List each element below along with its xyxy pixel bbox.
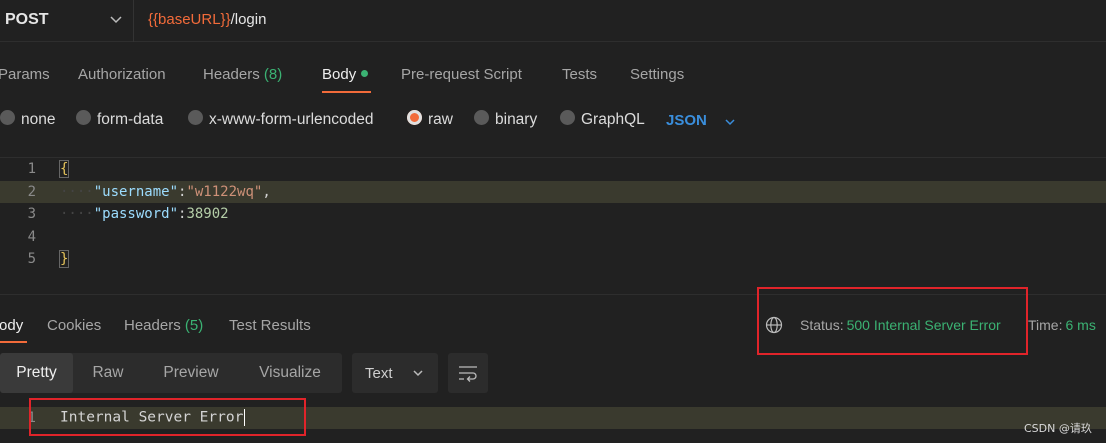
chevron-down-icon [413,370,423,377]
tab-test-results[interactable]: Test Results [229,317,311,334]
radio-button[interactable] [188,110,203,126]
wrap-lines-button[interactable] [448,353,488,393]
open-brace: { [58,160,70,178]
chevron-down-icon [110,16,122,24]
active-tab-indicator [322,91,371,93]
username-key: "username" [93,184,179,200]
method-selector[interactable]: POST [0,0,134,42]
body-type-selector: none form-data x-www-form-urlencoded raw… [0,104,760,138]
view-visualize-button[interactable]: Visualize [240,353,340,393]
chevron-down-icon[interactable] [724,116,736,128]
format-dropdown[interactable]: Text [352,353,438,393]
radio-raw[interactable]: raw [407,110,453,129]
time-label: Time: [1028,317,1063,333]
editor-line: 4 [0,226,1106,248]
wrap-lines-icon [459,366,477,382]
format-label: Text [365,365,393,382]
request-body-editor[interactable]: 1 { 2 ····"username":"w1122wq", 3 ····"p… [0,157,1106,295]
headers-count: (8) [263,66,283,83]
response-time: Time: 6 ms [1028,317,1096,333]
password-value: 38902 [186,206,229,222]
view-pretty-button[interactable]: Pretty [0,353,73,393]
url-variable: {{baseURL}} [148,11,231,28]
tab-pre-request-script[interactable]: Pre-request Script [401,66,522,83]
tab-label: Cookies [47,317,102,334]
radio-label: form-data [97,111,164,128]
tab-label: Test Results [229,317,311,334]
tab-response-headers[interactable]: Headers (5) [124,317,203,334]
radio-label: none [21,111,56,128]
radio-graphql[interactable]: GraphQL [560,110,645,129]
headers-count: (5) [184,317,204,334]
tab-settings[interactable]: Settings [630,66,684,83]
line-number: 4 [27,229,36,245]
radio-button-selected[interactable] [407,110,422,126]
tab-body[interactable]: Body [322,66,369,83]
body-indicator-dot [361,69,369,77]
tab-authorization[interactable]: Authorization [78,66,166,83]
response-tabs: Body Cookies Headers (5) Test Results [0,310,740,343]
tab-label: Tests [562,66,598,83]
active-tab-indicator [0,341,27,343]
radio-button[interactable] [560,110,575,126]
tab-headers[interactable]: Headers (8) [203,66,282,83]
username-value: "w1122wq" [186,184,263,200]
editor-line: 3 ····"password":38902 [0,203,1106,225]
code-text: ····"password":38902 [60,206,229,222]
tab-cookies[interactable]: Cookies [47,317,101,334]
request-tabs: Params Authorization Headers (8) Body Pr… [0,52,760,96]
editor-line: 1 { [0,158,1106,180]
method-label: POST [5,11,49,28]
response-view-toolbar: Pretty Raw Preview Visualize Text [0,353,500,393]
tab-label: Pre-request Script [401,66,522,83]
code-text: } [58,250,70,268]
line-number: 5 [27,251,36,267]
language-dropdown[interactable]: JSON [666,112,707,129]
tab-label: Params [0,66,50,83]
time-value: 6 ms [1065,317,1096,333]
view-mode-group: Pretty Raw Preview Visualize [0,353,342,393]
close-brace: } [58,250,70,268]
radio-label: x-www-form-urlencoded [209,111,374,128]
tab-label: Body [0,317,24,334]
editor-line: 5 } [0,248,1106,270]
tab-response-body[interactable]: Body [0,317,23,334]
radio-label: raw [428,111,453,128]
tab-label: Settings [630,66,685,83]
url-input[interactable]: {{baseURL}}/login [148,11,266,28]
tab-tests[interactable]: Tests [562,66,597,83]
tab-params[interactable]: Params [0,66,50,83]
tab-label: Headers [124,317,181,334]
code-text: ····"username":"w1122wq", [60,184,271,200]
line-number: 1 [27,161,36,177]
view-raw-button[interactable]: Raw [73,353,143,393]
watermark: CSDN @请玖 [1024,422,1092,435]
radio-x-www-form-urlencoded[interactable]: x-www-form-urlencoded [188,110,374,129]
tab-label: Headers [203,66,260,83]
view-preview-button[interactable]: Preview [145,353,237,393]
annotation-box-response [29,398,306,436]
line-number: 2 [27,184,36,200]
request-bar: POST {{baseURL}}/login [0,0,1106,42]
radio-label: GraphQL [581,111,645,128]
editor-line-highlighted: 2 ····"username":"w1122wq", [0,181,1106,203]
radio-binary[interactable]: binary [474,110,538,129]
radio-button[interactable] [76,110,91,126]
radio-label: binary [495,111,538,128]
tab-label: Body [322,66,357,83]
url-path: /login [230,11,267,28]
radio-form-data[interactable]: form-data [76,110,164,129]
annotation-box-status [757,287,1028,355]
line-number: 3 [27,206,36,222]
radio-button[interactable] [0,110,15,126]
tab-label: Authorization [78,66,166,83]
password-key: "password" [93,206,179,222]
radio-button[interactable] [474,110,489,126]
code-text: { [58,160,70,178]
radio-none[interactable]: none [0,110,56,129]
